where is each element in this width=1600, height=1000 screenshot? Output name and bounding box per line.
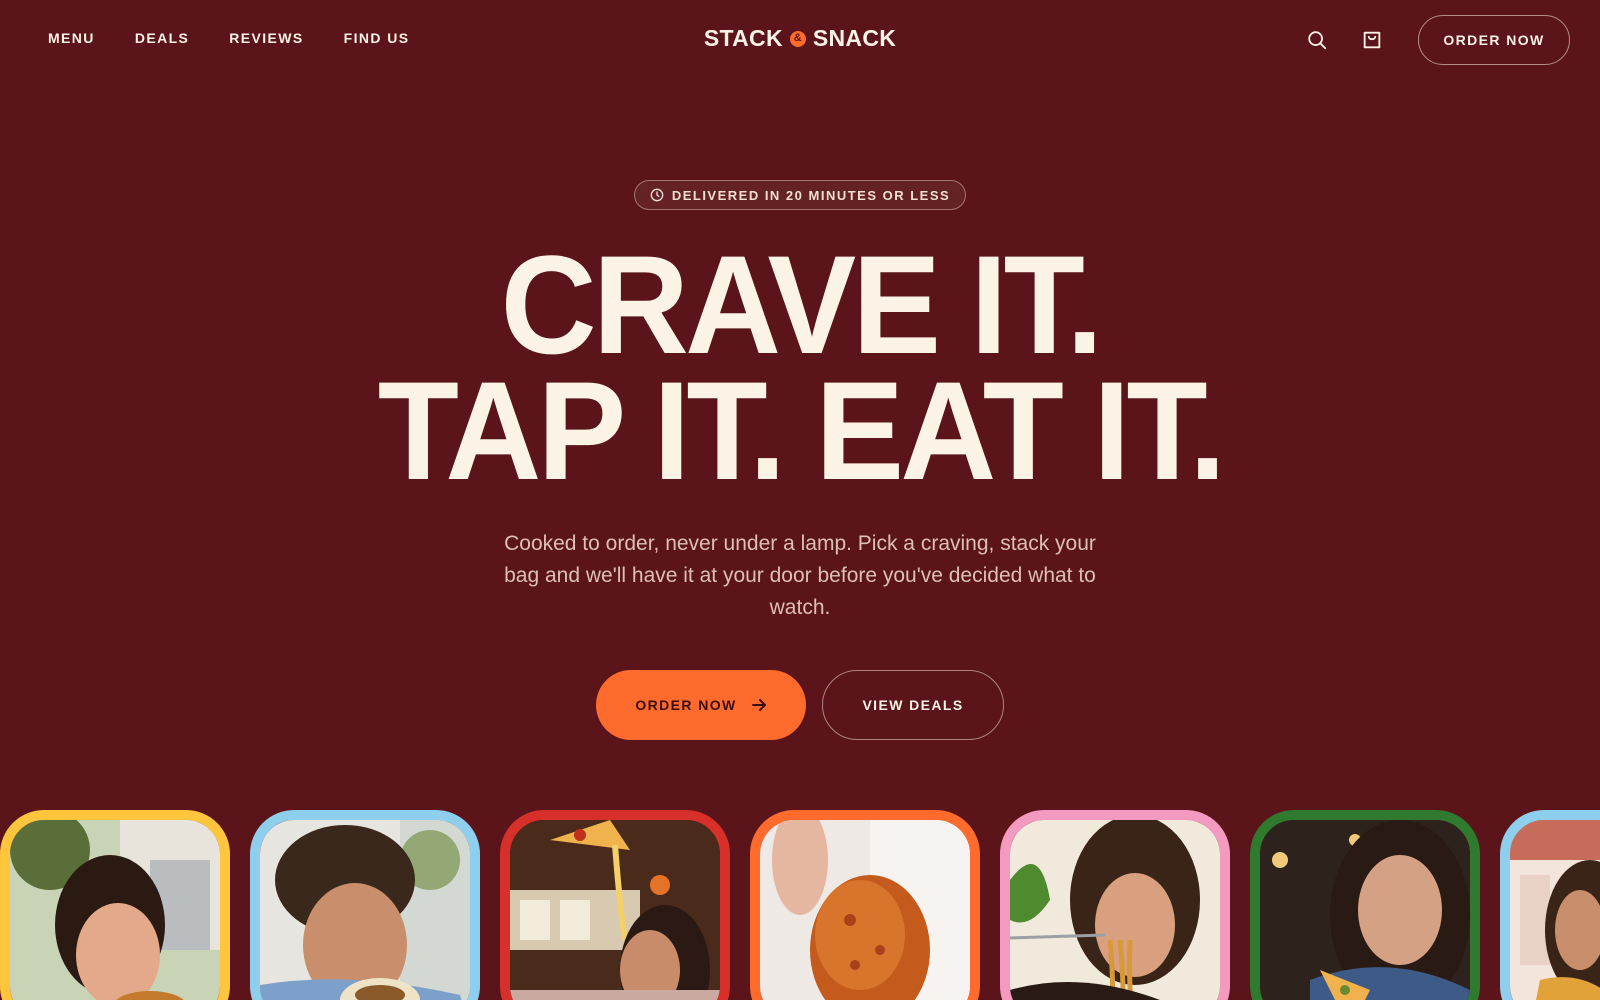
burger-photo xyxy=(10,820,220,1000)
hero-headline-line-2: TAP IT. EAT IT. xyxy=(377,352,1226,509)
logo-text-right: SNACK xyxy=(812,25,897,51)
noodles-photo xyxy=(1010,820,1220,1000)
order-now-label: Order Now xyxy=(635,697,737,713)
delivery-badge: Delivered in 20 minutes or less xyxy=(634,180,966,210)
logo-ampersand: & xyxy=(789,30,806,47)
gallery-card-burrito[interactable] xyxy=(250,810,480,1000)
header-order-now-button[interactable]: Order Now xyxy=(1418,15,1570,65)
arrow-right-icon xyxy=(751,699,766,711)
gallery-card-pizza[interactable] xyxy=(500,810,730,1000)
search-icon[interactable] xyxy=(1305,28,1329,52)
gallery-card-burger[interactable] xyxy=(0,810,230,1000)
hero-cta-group: Order Now View Deals xyxy=(596,670,1004,740)
shopping-bag-icon[interactable] xyxy=(1360,28,1384,52)
gallery-card-diner[interactable] xyxy=(1500,810,1600,1000)
pizza-photo xyxy=(510,820,720,1000)
fried-chicken-photo xyxy=(760,820,970,1000)
logo-text-left: STACK xyxy=(703,25,783,51)
site-header: Menu Deals Reviews Find Us STACK & SNACK… xyxy=(0,0,1600,80)
gallery-card-noodles[interactable] xyxy=(1000,810,1230,1000)
food-photo-gallery xyxy=(0,810,1600,1000)
pizza-slice-photo xyxy=(1260,820,1470,1000)
gallery-card-pizza-slice[interactable] xyxy=(1250,810,1480,1000)
header-actions: Order Now xyxy=(1305,15,1570,65)
burrito-photo xyxy=(260,820,470,1000)
view-deals-button[interactable]: View Deals xyxy=(822,670,1004,740)
delivery-badge-text: Delivered in 20 minutes or less xyxy=(671,187,951,203)
clock-icon xyxy=(650,188,664,202)
diner-photo xyxy=(1510,820,1600,1000)
gallery-card-fried-chicken[interactable] xyxy=(750,810,980,1000)
order-now-button[interactable]: Order Now xyxy=(596,670,806,740)
hero-subcopy: Cooked to order, never under a lamp. Pic… xyxy=(504,532,1096,619)
